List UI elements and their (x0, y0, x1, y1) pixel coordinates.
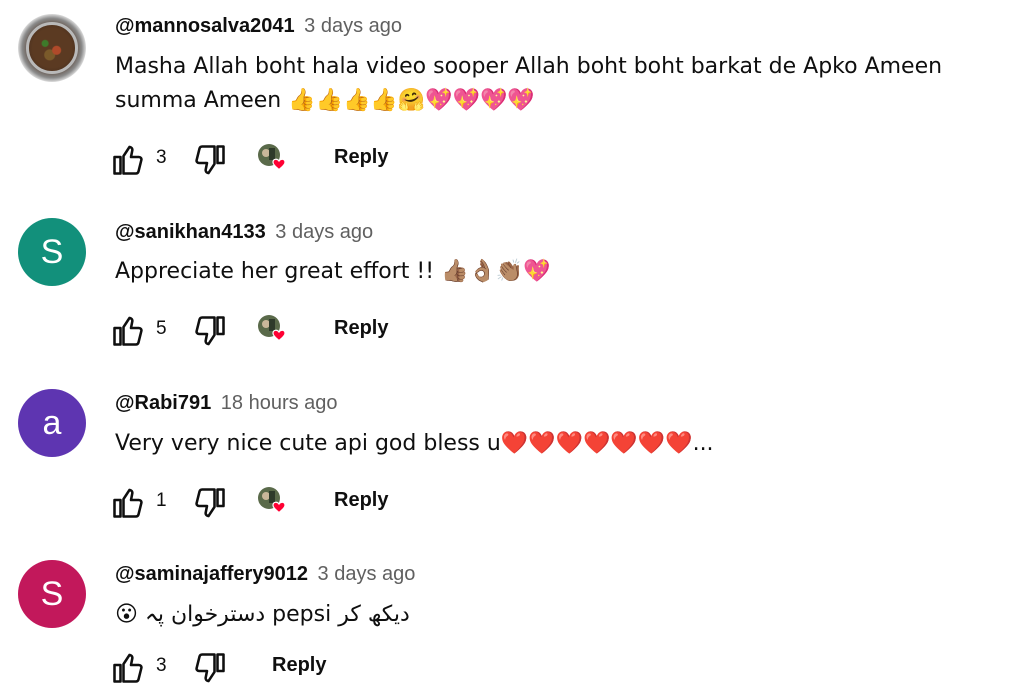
comment-text: Masha Allah boht hala video sooper Allah… (115, 54, 943, 113)
creator-heart-icon[interactable] (256, 142, 290, 176)
like-count: 3 (156, 147, 167, 168)
comment-header: @Rabi791 18 hours ago (115, 392, 338, 415)
like-count: 3 (156, 655, 167, 676)
reply-button[interactable]: Reply (272, 654, 326, 677)
avatar[interactable]: a (18, 389, 86, 457)
avatar-letter: S (40, 232, 64, 271)
thumb-up-icon[interactable] (110, 142, 146, 178)
comment-time[interactable]: 3 days ago (275, 221, 373, 243)
comment-header: @sanikhan4133 3 days ago (115, 221, 373, 244)
comment-text: 😮 دسترخوان پہ pepsi دیکھ کر (115, 602, 410, 627)
avatar[interactable]: S (18, 218, 86, 286)
thumb-up-icon[interactable] (110, 650, 146, 686)
thumb-down-icon[interactable] (192, 485, 228, 521)
creator-heart-icon[interactable] (256, 313, 290, 347)
reply-button[interactable]: Reply (334, 146, 388, 169)
comment-text: Very very nice cute api god bless u❤️❤️❤… (115, 431, 714, 456)
comment-author[interactable]: @sanikhan4133 (115, 221, 266, 243)
comment-time[interactable]: 18 hours ago (221, 392, 338, 414)
avatar-letter: a (42, 403, 62, 442)
comment-author[interactable]: @saminajaffery9012 (115, 563, 308, 585)
avatar-letter: S (40, 574, 64, 613)
avatar[interactable]: S (18, 560, 86, 628)
thumb-down-icon[interactable] (192, 142, 228, 178)
comment-author[interactable]: @Rabi791 (115, 392, 211, 414)
comment-header: @saminajaffery9012 3 days ago (115, 563, 415, 586)
like-count: 1 (156, 490, 167, 511)
reply-button[interactable]: Reply (334, 489, 388, 512)
like-count: 5 (156, 318, 167, 339)
thumb-up-icon[interactable] (110, 485, 146, 521)
comment-time[interactable]: 3 days ago (318, 563, 416, 585)
avatar-photo-image (26, 22, 78, 74)
thumb-down-icon[interactable] (192, 313, 228, 349)
thumb-down-icon[interactable] (192, 650, 228, 686)
comment-author[interactable]: @mannosalva2041 (115, 15, 295, 37)
creator-heart-icon[interactable] (256, 485, 290, 519)
comment-header: @mannosalva2041 3 days ago (115, 15, 402, 38)
avatar[interactable] (18, 14, 86, 82)
reply-button[interactable]: Reply (334, 317, 388, 340)
comment-text: Appreciate her great effort !! 👍🏽👌🏽👏🏽💖 (115, 259, 551, 284)
comment-time[interactable]: 3 days ago (304, 15, 402, 37)
thumb-up-icon[interactable] (110, 313, 146, 349)
